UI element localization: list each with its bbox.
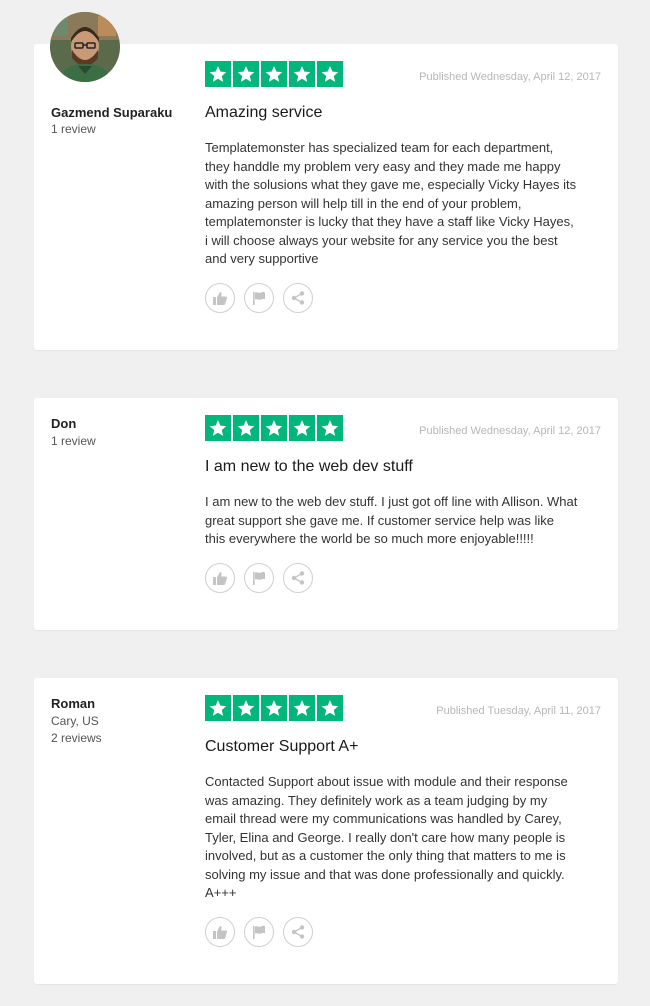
star-icon	[205, 415, 231, 441]
star-rating	[205, 415, 343, 441]
star-icon	[261, 695, 287, 721]
star-icon	[261, 61, 287, 87]
flag-icon	[251, 570, 267, 586]
share-button[interactable]	[283, 563, 313, 593]
share-button[interactable]	[283, 283, 313, 313]
like-button[interactable]	[205, 563, 235, 593]
star-icon	[261, 415, 287, 441]
review-body: Templatemonster has specialized team for…	[205, 140, 577, 266]
star-icon	[233, 695, 259, 721]
review-card: Roman Cary, US 2 reviews Published Tuesd…	[34, 678, 618, 984]
published-date: Published Wednesday, April 12, 2017	[419, 71, 601, 83]
thumbs-up-icon	[212, 924, 228, 940]
review-actions	[205, 917, 313, 947]
flag-icon	[251, 290, 267, 306]
avatar	[50, 12, 120, 82]
review-body: Contacted Support about issue with modul…	[205, 774, 568, 900]
review-title[interactable]: Customer Support A+	[205, 738, 358, 756]
flag-button[interactable]	[244, 917, 274, 947]
star-icon	[205, 695, 231, 721]
star-icon	[317, 61, 343, 87]
review-title[interactable]: I am new to the web dev stuff	[205, 458, 413, 476]
star-icon	[233, 415, 259, 441]
review-card: Don 1 review Published Wednesday, April …	[34, 398, 618, 630]
reviewer-location: Cary, US	[51, 714, 99, 728]
review-card: Gazmend Suparaku 1 review Published Wedn…	[34, 44, 618, 350]
like-button[interactable]	[205, 917, 235, 947]
review-count[interactable]: 1 review	[51, 121, 96, 138]
star-icon	[233, 61, 259, 87]
review-actions	[205, 283, 313, 313]
published-date: Published Wednesday, April 12, 2017	[419, 425, 601, 437]
star-icon	[205, 61, 231, 87]
share-icon	[290, 290, 306, 306]
share-icon	[290, 570, 306, 586]
like-button[interactable]	[205, 283, 235, 313]
star-icon	[317, 695, 343, 721]
star-icon	[289, 61, 315, 87]
reviewer-name[interactable]: Gazmend Suparaku	[51, 105, 172, 120]
flag-icon	[251, 924, 267, 940]
share-button[interactable]	[283, 917, 313, 947]
reviewer-name[interactable]: Roman	[51, 696, 95, 711]
review-title[interactable]: Amazing service	[205, 104, 322, 122]
share-icon	[290, 924, 306, 940]
star-icon	[289, 415, 315, 441]
star-rating	[205, 695, 343, 721]
review-count[interactable]: 1 review	[51, 433, 96, 450]
flag-button[interactable]	[244, 283, 274, 313]
review-body: I am new to the web dev stuff. I just go…	[205, 494, 578, 546]
thumbs-up-icon	[212, 290, 228, 306]
review-actions	[205, 563, 313, 593]
flag-button[interactable]	[244, 563, 274, 593]
published-date: Published Tuesday, April 11, 2017	[436, 705, 601, 717]
review-count[interactable]: 2 reviews	[51, 730, 102, 747]
star-rating	[205, 61, 343, 87]
star-icon	[289, 695, 315, 721]
reviewer-name[interactable]: Don	[51, 416, 76, 431]
thumbs-up-icon	[212, 570, 228, 586]
star-icon	[317, 415, 343, 441]
